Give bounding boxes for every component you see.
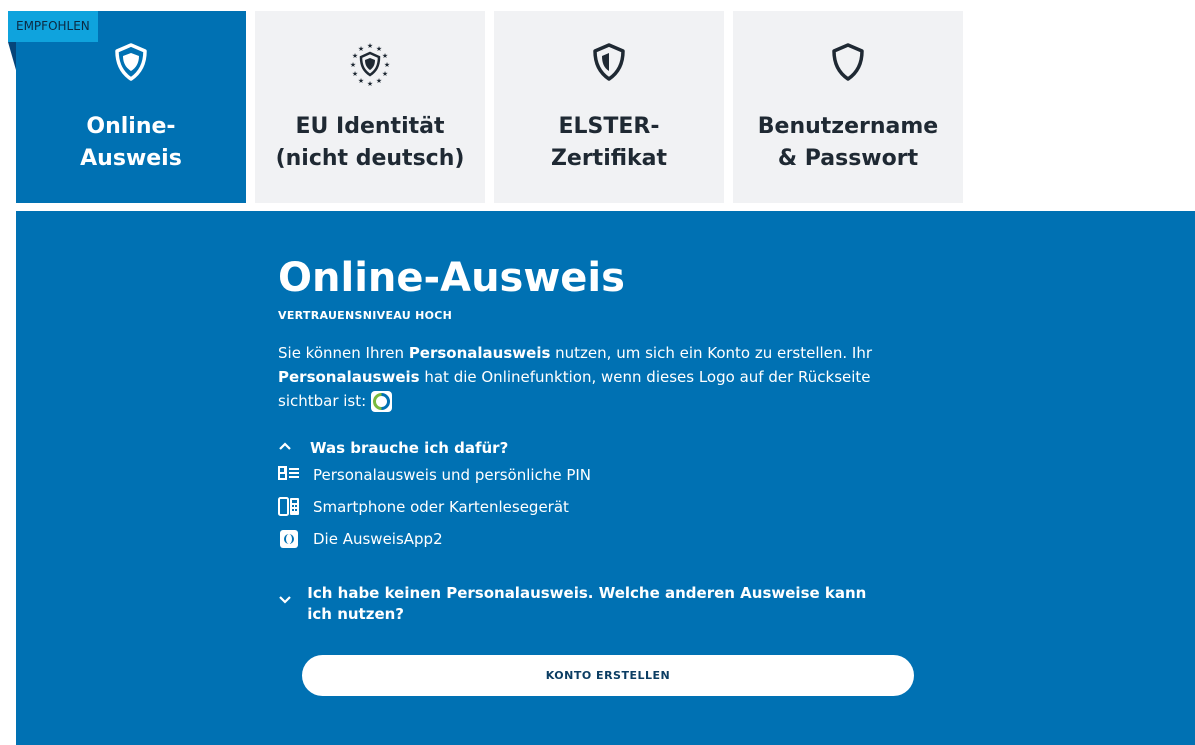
accordion-other-ids-toggle[interactable]: Ich habe keinen Personalausweis. Welche … <box>278 583 878 625</box>
chevron-down-icon <box>278 592 295 613</box>
trust-level: VERTRAUENSNIVEAU HOCH <box>278 309 453 322</box>
tab-label-line1: EU Identität <box>295 114 445 139</box>
tab-label-line1: Online- <box>86 114 176 139</box>
recommended-badge: EMPFOHLEN <box>8 11 98 42</box>
eid-logo-icon <box>370 391 392 412</box>
tab-label-line1: Benutzername <box>757 114 939 139</box>
chevron-up-icon <box>278 439 298 457</box>
svg-text:★: ★ <box>367 42 373 50</box>
svg-text:★: ★ <box>376 77 382 85</box>
create-account-button[interactable]: KONTO ERSTELLEN <box>302 655 914 696</box>
svg-text:★: ★ <box>384 61 390 69</box>
accordion-title: Was brauche ich dafür? <box>310 439 509 457</box>
panel-title: Online-Ausweis <box>278 255 625 301</box>
svg-text:★: ★ <box>382 70 388 78</box>
accordion-title: Ich habe keinen Personalausweis. Welche … <box>307 584 867 623</box>
id-card-icon <box>278 465 300 485</box>
svg-text:★: ★ <box>358 77 364 85</box>
tab-label-line2: Ausweis <box>80 146 182 171</box>
tab-eu-identitaet[interactable]: ★ ★ ★ ★ ★ ★ ★ ★ ★ ★ ★ ★ EU Identität (nicht deut… <box>255 11 485 203</box>
desc-text: nutzen, um sich ein Konto zu erstellen. … <box>550 344 873 362</box>
requirement-item: Personalausweis und persönliche PIN <box>278 465 591 485</box>
shield-check-icon <box>113 42 149 86</box>
detail-panel: Online-Ausweis VERTRAUENSNIVEAU HOCH Sie… <box>16 211 1195 745</box>
tab-elster-zertifikat[interactable]: ELSTER- Zertifikat <box>494 11 724 203</box>
phone-cardreader-icon <box>278 497 300 517</box>
shield-outline-icon <box>830 42 866 86</box>
svg-text:★: ★ <box>350 61 356 69</box>
eu-stars-shield-icon: ★ ★ ★ ★ ★ ★ ★ ★ ★ ★ ★ ★ <box>350 42 390 90</box>
requirement-label: Personalausweis und persönliche PIN <box>313 466 592 484</box>
shield-half-icon <box>591 42 627 86</box>
requirement-label: Die AusweisApp2 <box>313 530 443 548</box>
ausweisapp-icon <box>278 529 300 549</box>
svg-text:★: ★ <box>358 45 364 53</box>
desc-bold: Personalausweis <box>278 368 420 386</box>
requirement-item: Die AusweisApp2 <box>278 529 443 549</box>
tab-label-line2: & Passwort <box>777 146 919 171</box>
tab-benutzername-passwort[interactable]: Benutzername & Passwort <box>733 11 963 203</box>
desc-text: Sie können Ihren <box>278 344 409 362</box>
panel-description: Sie können Ihren Personalausweis nutzen,… <box>278 341 918 413</box>
desc-bold: Personalausweis <box>408 344 551 362</box>
requirement-item: Smartphone oder Kartenlesegerät <box>278 497 569 517</box>
svg-text:★: ★ <box>382 52 388 60</box>
requirement-label: Smartphone oder Kartenlesegerät <box>313 498 569 516</box>
svg-text:★: ★ <box>352 52 358 60</box>
accordion-requirements-toggle[interactable]: Was brauche ich dafür? <box>278 439 508 457</box>
badge-ribbon-tail <box>8 42 16 70</box>
tab-label-line2: Zertifikat <box>550 146 668 171</box>
svg-text:★: ★ <box>367 80 373 86</box>
tab-label-line1: ELSTER- <box>558 114 660 139</box>
svg-text:★: ★ <box>352 70 358 78</box>
tab-label-line2: (nicht deutsch) <box>275 146 465 171</box>
